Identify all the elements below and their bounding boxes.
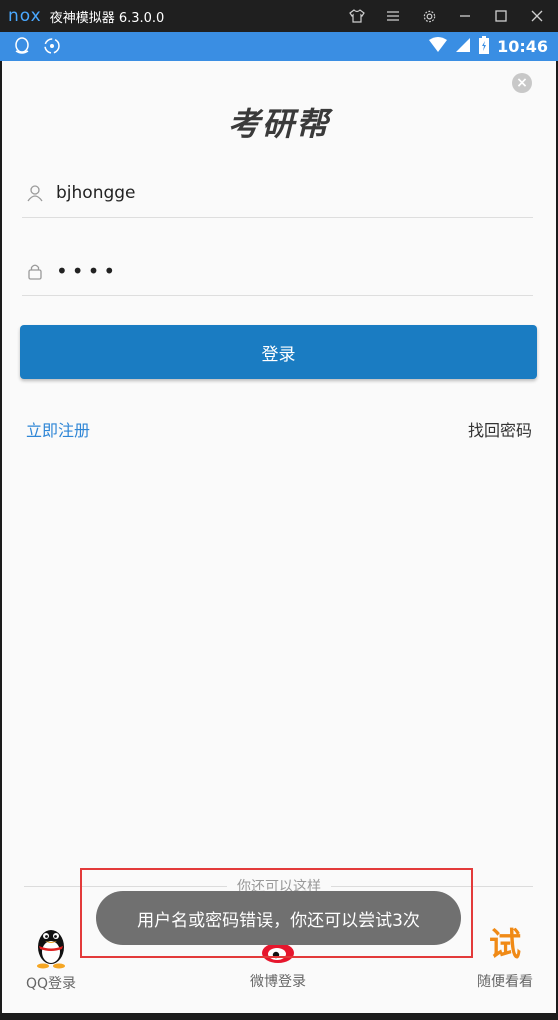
nox-logo: nox — [8, 6, 42, 26]
minimize-icon[interactable] — [454, 5, 476, 27]
signal-icon — [455, 37, 471, 57]
menu-icon[interactable] — [382, 5, 404, 27]
user-icon — [24, 182, 46, 204]
app-logo-title: 考研帮 — [227, 105, 330, 143]
username-value[interactable]: bjhongge — [56, 183, 136, 203]
android-status-bar: 10:46 — [0, 32, 558, 61]
lock-icon — [24, 260, 46, 282]
password-field[interactable]: •••• — [22, 247, 533, 296]
qq-notification-icon — [12, 36, 32, 60]
emulator-title-bar: nox 夜神模拟器 6.3.0.0 — [0, 0, 558, 32]
window-controls — [346, 0, 548, 32]
wifi-icon — [429, 36, 448, 57]
emulator-title: 夜神模拟器 6.3.0.0 — [49, 10, 165, 26]
toast-highlight-box — [80, 868, 473, 958]
shirt-icon[interactable] — [346, 5, 368, 27]
password-value[interactable]: •••• — [56, 259, 119, 283]
sync-icon — [42, 36, 62, 60]
maximize-icon[interactable] — [490, 5, 512, 27]
forgot-password-link[interactable]: 找回密码 — [468, 417, 532, 441]
register-link[interactable]: 立即注册 — [26, 417, 90, 441]
qq-icon — [31, 921, 71, 969]
weibo-login-label: 微博登录 — [250, 974, 306, 990]
close-icon[interactable]: × — [512, 73, 532, 93]
login-button[interactable]: 登录 — [20, 325, 537, 379]
gear-icon[interactable] — [418, 5, 440, 27]
username-field[interactable]: bjhongge — [22, 169, 533, 218]
clock: 10:46 — [497, 37, 548, 56]
battery-icon — [479, 35, 490, 58]
browse-label: 随便看看 — [477, 974, 533, 990]
qq-login-label: QQ登录 — [25, 976, 77, 992]
close-icon[interactable] — [526, 5, 548, 27]
